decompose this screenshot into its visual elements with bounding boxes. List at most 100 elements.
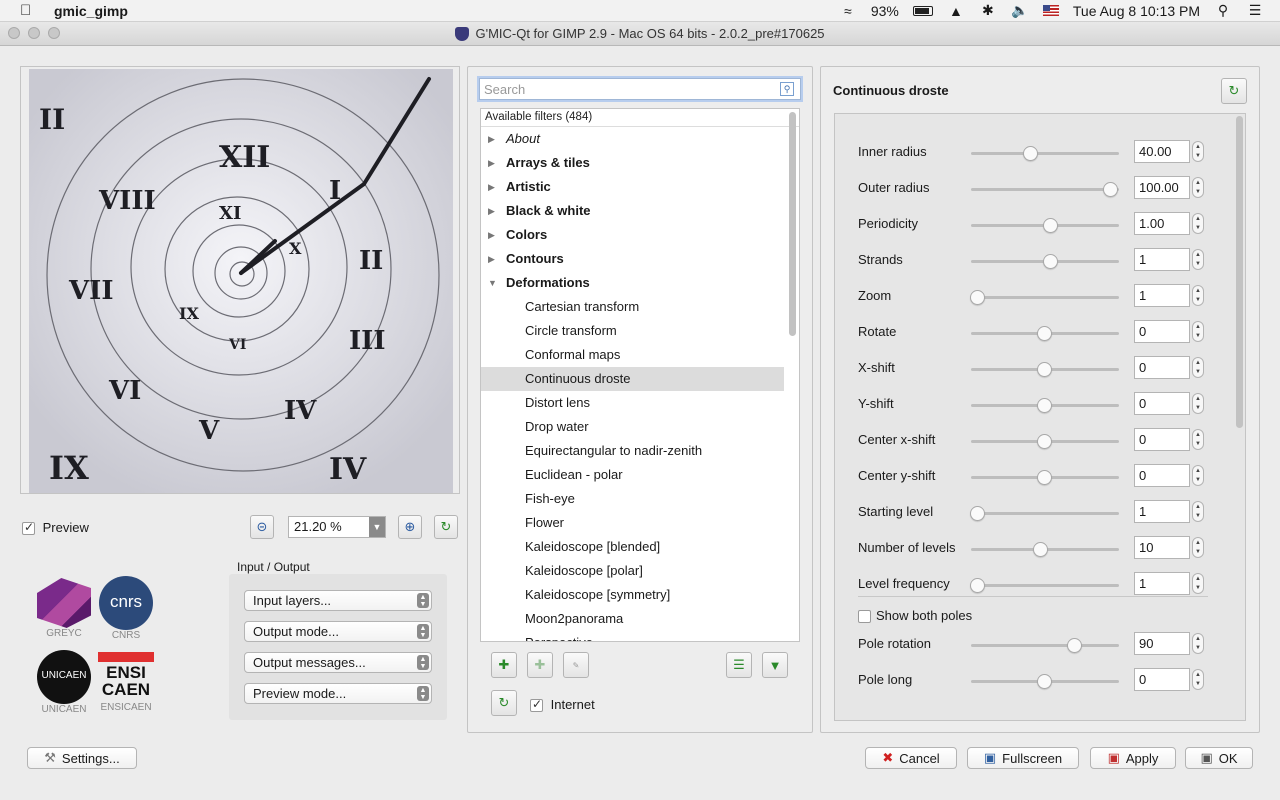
preview-toggle[interactable]: Preview — [22, 520, 89, 536]
category-deformations[interactable]: ▼ Deformations — [481, 271, 799, 295]
spinbox-arrows-icon[interactable]: ▲ ▼ — [1192, 213, 1204, 234]
zoom-window-button[interactable] — [48, 27, 60, 39]
filter-item[interactable]: Circle transform — [481, 319, 799, 343]
output-mode-select[interactable]: Output mode... ▲ ▼ — [244, 621, 432, 642]
eject-icon[interactable]: ▲ — [947, 3, 965, 19]
slider-handle[interactable] — [1036, 362, 1052, 377]
filter-item[interactable]: Kaleidoscope [symmetry] — [481, 583, 799, 607]
slider-handle[interactable] — [970, 578, 985, 593]
filter-item[interactable]: Moon2panorama — [481, 607, 799, 631]
spinbox-arrows-icon[interactable]: ▲ ▼ — [1192, 141, 1204, 162]
internet-checkbox[interactable] — [530, 697, 543, 713]
slider-handle[interactable] — [1032, 542, 1048, 557]
show-both-poles-checkbox[interactable] — [858, 610, 871, 624]
slider-handle[interactable] — [1036, 434, 1052, 449]
param-value-input[interactable]: 1 — [1134, 572, 1190, 595]
rename-favorite-button[interactable]: ✎ — [563, 652, 589, 678]
notification-center-icon[interactable]: ☰ — [1246, 2, 1264, 19]
slider-handle[interactable] — [1036, 398, 1052, 413]
param-value-input[interactable]: 1 — [1134, 500, 1190, 523]
filter-item[interactable]: Equirectangular to nadir-zenith — [481, 439, 799, 463]
category-contours[interactable]: ▶ Contours — [481, 247, 799, 271]
param-slider[interactable] — [971, 188, 1119, 191]
spinbox-arrows-icon[interactable]: ▲ ▼ — [1192, 393, 1204, 414]
remove-favorite-button[interactable]: ✚ — [527, 652, 553, 678]
zoom-in-button[interactable]: ⊕ — [398, 515, 422, 539]
reset-parameters-button[interactable]: ↻ — [1221, 78, 1247, 104]
preview-checkbox[interactable] — [22, 520, 35, 536]
expand-arrow-icon[interactable]: ▶ — [488, 127, 495, 151]
filter-tree-scrollbar[interactable] — [789, 112, 796, 336]
param-value-input[interactable]: 1 — [1134, 284, 1190, 307]
chevron-down-icon[interactable]: ▼ — [369, 517, 385, 537]
param-slider[interactable] — [971, 512, 1119, 515]
category-artistic[interactable]: ▶ Artistic — [481, 175, 799, 199]
collapse-arrow-icon[interactable]: ▼ — [488, 271, 497, 295]
param-value-input[interactable]: 0 — [1134, 428, 1190, 451]
cancel-button[interactable]: ✖ Cancel — [865, 747, 957, 769]
update-filters-button[interactable]: ↻ — [491, 690, 517, 716]
input-source-flag-icon[interactable] — [1042, 5, 1059, 16]
filter-item[interactable]: Fish-eye — [481, 487, 799, 511]
minimize-window-button[interactable] — [28, 27, 40, 39]
internet-toggle[interactable]: Internet — [530, 697, 595, 713]
filter-item[interactable]: Drop water — [481, 415, 799, 439]
slider-handle[interactable] — [1036, 674, 1052, 689]
battery-percent[interactable]: 93% — [871, 3, 899, 19]
slider-handle[interactable] — [970, 290, 985, 305]
expand-arrow-icon[interactable]: ▶ — [488, 151, 495, 175]
output-messages-select[interactable]: Output messages... ▲ ▼ — [244, 652, 432, 673]
wifi-icon[interactable]: ≈ — [839, 3, 857, 19]
input-layers-select[interactable]: Input layers... ▲ ▼ — [244, 590, 432, 611]
filter-tree[interactable]: Available filters (484) ▶ About ▶ Arrays &… — [480, 108, 800, 642]
bluetooth-icon[interactable]: ✱ — [979, 2, 997, 19]
filter-item[interactable]: Distort lens — [481, 391, 799, 415]
expand-arrow-icon[interactable]: ▶ — [488, 223, 495, 247]
close-window-button[interactable] — [8, 27, 20, 39]
spinbox-arrows-icon[interactable]: ▲ ▼ — [1192, 285, 1204, 306]
filter-item[interactable]: Cartesian transform — [481, 295, 799, 319]
slider-handle[interactable] — [1103, 182, 1118, 197]
filter-item[interactable]: Perspective — [481, 631, 799, 641]
expand-arrow-icon[interactable]: ▶ — [488, 175, 495, 199]
slider-handle[interactable] — [1036, 326, 1052, 341]
param-value-input[interactable]: 40.00 — [1134, 140, 1190, 163]
param-slider[interactable] — [971, 584, 1119, 587]
show-both-poles-toggle[interactable]: Show both poles — [858, 608, 972, 624]
fullscreen-button[interactable]: ▣ Fullscreen — [967, 747, 1079, 769]
param-value-input[interactable]: 0 — [1134, 668, 1190, 691]
category-colors[interactable]: ▶ Colors — [481, 223, 799, 247]
param-value-input[interactable]: 90 — [1134, 632, 1190, 655]
parameters-scrollbar[interactable] — [1236, 116, 1243, 428]
slider-handle[interactable] — [1043, 218, 1059, 233]
filter-item[interactable]: Euclidean - polar — [481, 463, 799, 487]
zoom-combobox[interactable]: 21.20 % ▼ — [288, 516, 386, 538]
preview-mode-select[interactable]: Preview mode... ▲ ▼ — [244, 683, 432, 704]
zoom-out-button[interactable]: ⊝ — [250, 515, 274, 539]
refresh-preview-button[interactable]: ↻ — [434, 515, 458, 539]
spinbox-arrows-icon[interactable]: ▲ ▼ — [1192, 537, 1204, 558]
param-slider[interactable] — [971, 644, 1119, 647]
category-arrays-tiles[interactable]: ▶ Arrays & tiles — [481, 151, 799, 175]
add-favorite-button[interactable]: ✚ — [491, 652, 517, 678]
apple-menu-icon[interactable]:  — [20, 2, 36, 19]
filter-item[interactable]: Conformal maps — [481, 343, 799, 367]
param-slider[interactable] — [971, 296, 1119, 299]
expand-collapse-button[interactable]: ▼ — [762, 652, 788, 678]
filter-item[interactable]: Kaleidoscope [polar] — [481, 559, 799, 583]
spinbox-arrows-icon[interactable]: ▲ ▼ — [1192, 501, 1204, 522]
battery-icon[interactable] — [912, 5, 933, 16]
expand-arrow-icon[interactable]: ▶ — [488, 199, 495, 223]
param-value-input[interactable]: 0 — [1134, 392, 1190, 415]
spinbox-arrows-icon[interactable]: ▲ ▼ — [1192, 465, 1204, 486]
search-input[interactable]: Search ⚲ — [479, 78, 801, 100]
param-value-input[interactable]: 10 — [1134, 536, 1190, 559]
preview-image[interactable]: XII I II III IV V VI VII VIII XI X IX VI… — [29, 69, 453, 493]
search-icon[interactable]: ⚲ — [780, 82, 794, 96]
slider-handle[interactable] — [1036, 470, 1052, 485]
filter-item[interactable]: Kaleidoscope [blended] — [481, 535, 799, 559]
spinbox-arrows-icon[interactable]: ▲ ▼ — [1192, 177, 1204, 198]
param-value-input[interactable]: 0 — [1134, 464, 1190, 487]
spinbox-arrows-icon[interactable]: ▲ ▼ — [1192, 573, 1204, 594]
param-value-input[interactable]: 1.00 — [1134, 212, 1190, 235]
